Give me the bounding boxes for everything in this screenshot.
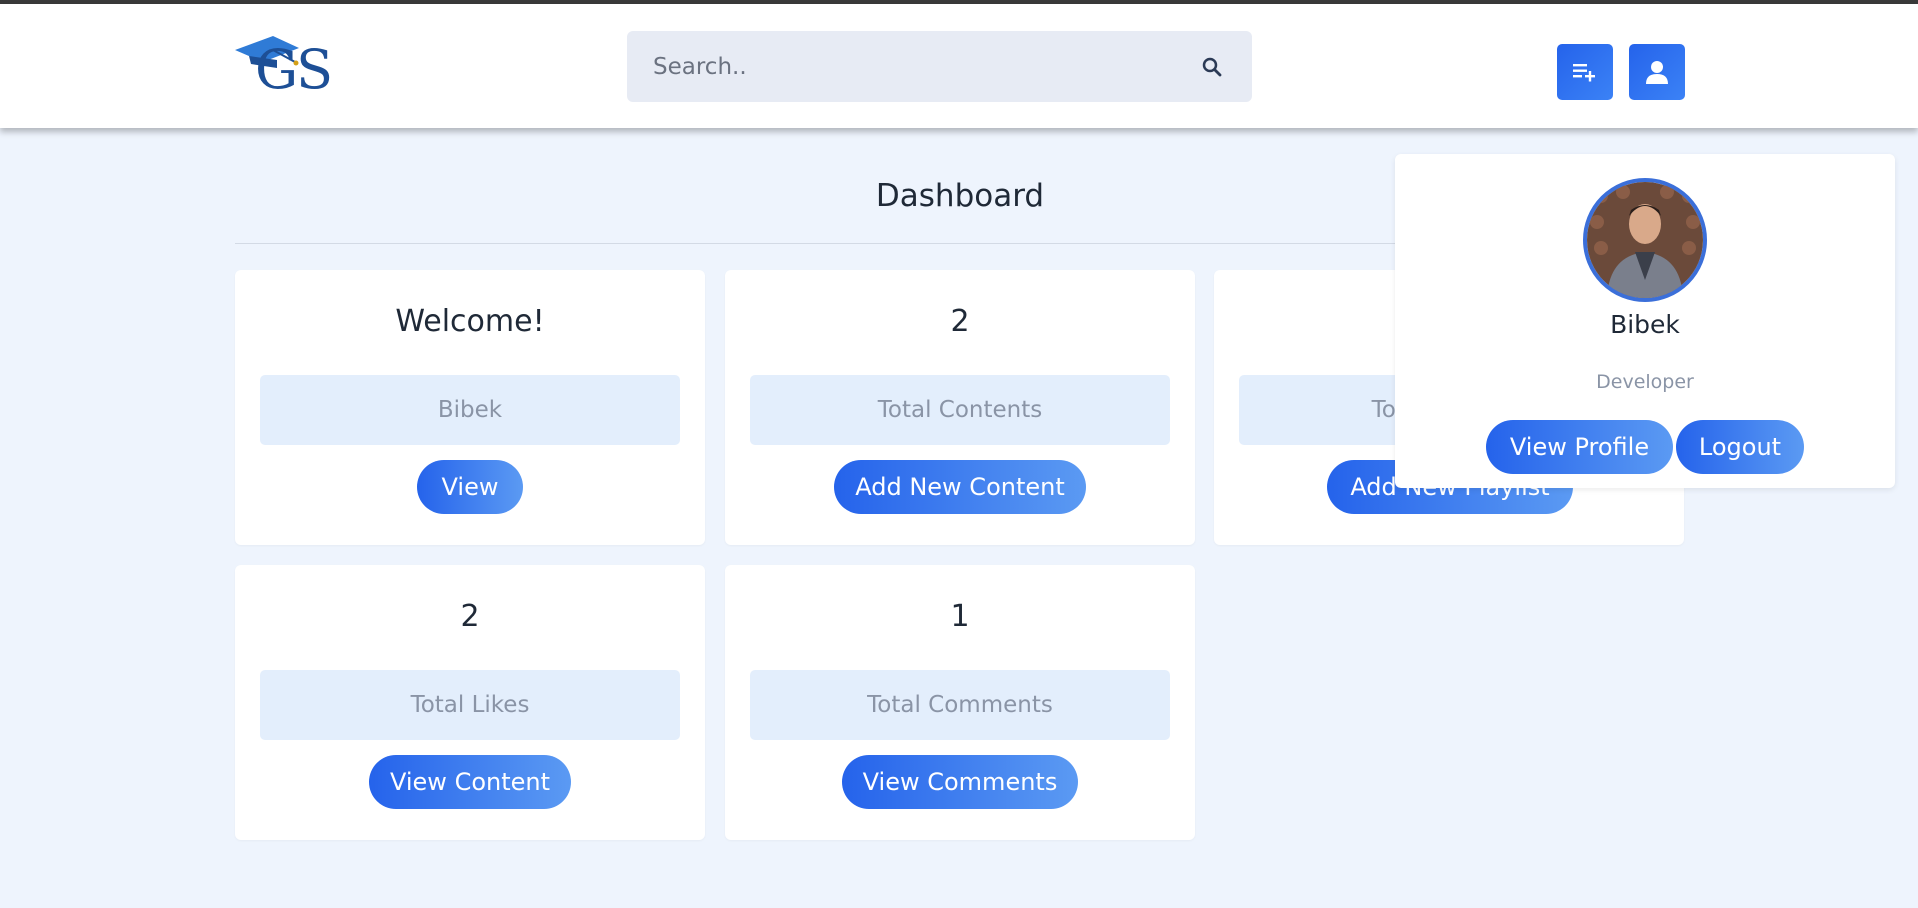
profile-role: Developer (1596, 371, 1694, 393)
view-button[interactable]: View (417, 460, 523, 514)
top-navbar: GS (0, 4, 1918, 128)
add-playlist-button[interactable] (1557, 44, 1613, 100)
avatar (1583, 178, 1707, 302)
card-value: 2 (950, 304, 970, 339)
card-label: Bibek (260, 375, 680, 445)
logo-text: GS (255, 38, 333, 101)
logout-button[interactable]: Logout (1676, 420, 1804, 474)
card-label: Total Likes (260, 670, 680, 740)
profile-name: Bibek (1610, 310, 1680, 339)
user-icon (1646, 61, 1668, 84)
card-label: Total Comments (750, 670, 1170, 740)
likes-card: 2 Total Likes View Content (235, 565, 705, 840)
comments-card: 1 Total Comments View Comments (725, 565, 1195, 840)
search-icon[interactable] (1200, 55, 1224, 79)
view-comments-button[interactable]: View Comments (842, 755, 1078, 809)
profile-dropdown: Bibek Developer View Profile Logout (1395, 154, 1895, 488)
playlist-add-icon (1573, 64, 1595, 82)
add-new-content-button[interactable]: Add New Content (834, 460, 1086, 514)
card-value: 2 (460, 599, 480, 634)
welcome-card: Welcome! Bibek View (235, 270, 705, 545)
view-content-button[interactable]: View Content (369, 755, 571, 809)
card-label: Total Contents (750, 375, 1170, 445)
contents-card: 2 Total Contents Add New Content (725, 270, 1195, 545)
card-value: Welcome! (395, 304, 545, 339)
user-menu-button[interactable] (1629, 44, 1685, 100)
site-logo[interactable]: GS (233, 32, 343, 102)
avatar-photo (1587, 182, 1703, 298)
search-bar (627, 31, 1252, 102)
view-profile-button[interactable]: View Profile (1486, 420, 1673, 474)
search-input[interactable] (627, 31, 1193, 102)
card-value: 1 (950, 599, 970, 634)
